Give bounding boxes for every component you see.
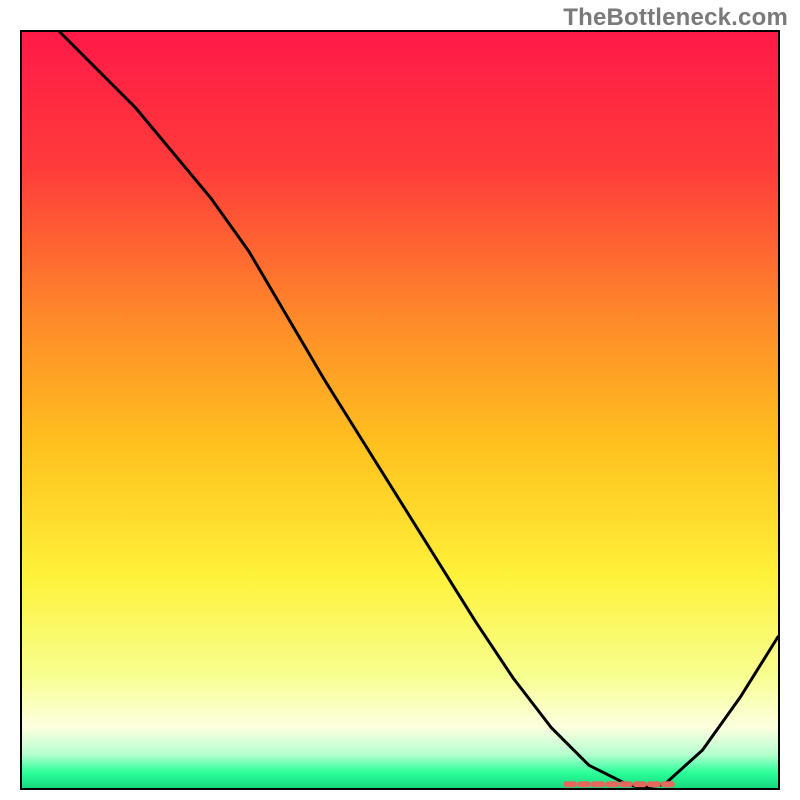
watermark-text: TheBottleneck.com [563,4,788,32]
chart-container: TheBottleneck.com [0,0,800,800]
plot-area [20,30,780,790]
heat-background [22,32,778,788]
chart-svg [22,32,778,788]
